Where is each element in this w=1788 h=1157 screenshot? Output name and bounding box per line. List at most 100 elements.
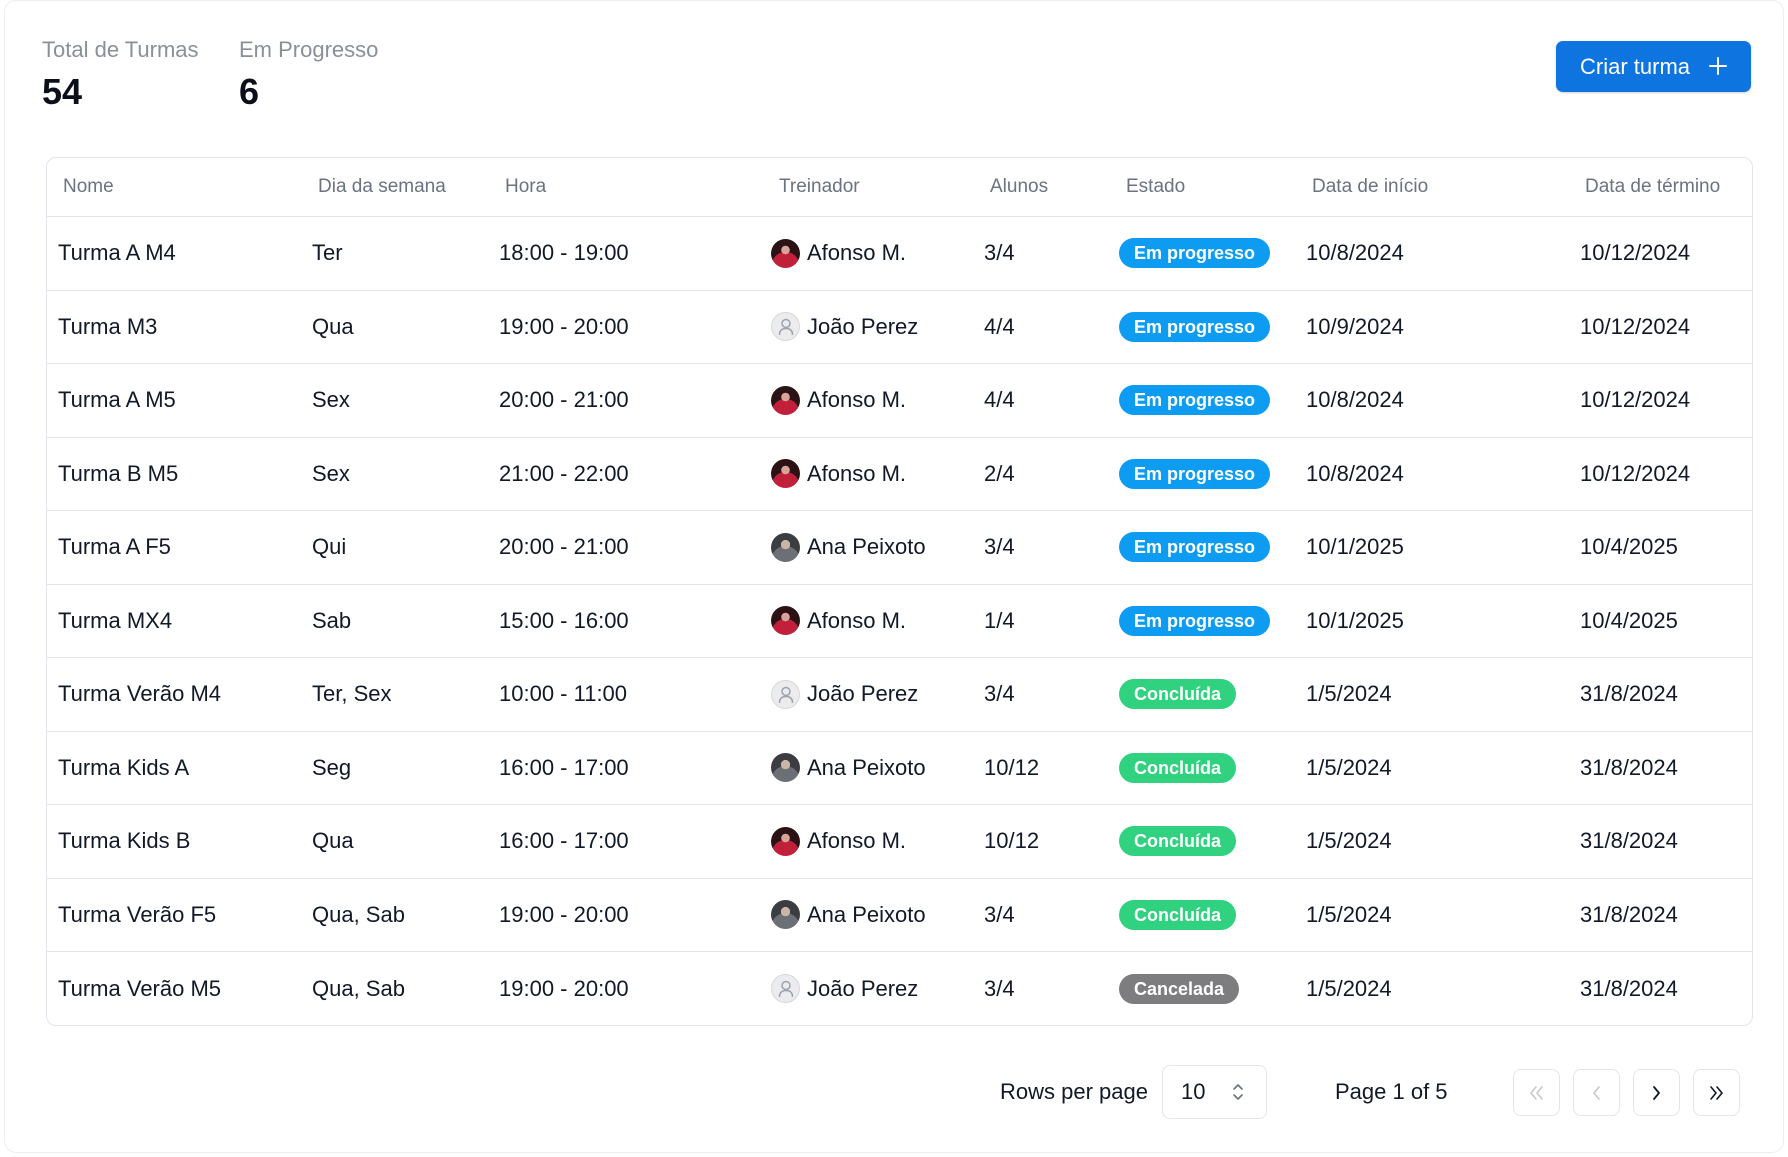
table-row[interactable]: Turma MX4 Sab 15:00 - 16:00 Afonso M. 1/4 Em …: [47, 585, 1752, 658]
avatar: [771, 238, 800, 268]
status-badge: Em progresso: [1119, 458, 1271, 489]
class-name: Turma Verão M4: [58, 681, 222, 707]
status-badge: Concluída: [1119, 899, 1237, 930]
table-row[interactable]: Turma Verão F5 Qua, Sab 19:00 - 20:00 Ana P…: [47, 879, 1752, 952]
class-name: Turma Kids B: [58, 828, 191, 854]
table-row[interactable]: Turma Verão M4 Ter, Sex 10:00 - 11:00 João …: [47, 658, 1752, 732]
create-class-button[interactable]: Criar turma: [1556, 41, 1751, 92]
class-name: Turma MX4: [58, 607, 173, 633]
trainer-name: Afonso M.: [807, 607, 907, 633]
table-row[interactable]: Turma Kids A Seg 16:00 - 17:00 Ana Peixoto 1…: [47, 732, 1752, 805]
status-badge: Concluída: [1119, 752, 1237, 783]
end-date: 10/12/2024: [1580, 313, 1691, 339]
time-range: 19:00 - 20:00: [499, 901, 629, 927]
user-placeholder-icon: [771, 679, 800, 709]
status-badge: Concluída: [1119, 826, 1237, 857]
weekday: Sex: [312, 387, 350, 413]
time-range: 10:00 - 11:00: [499, 681, 628, 707]
avatar: [771, 753, 800, 783]
weekday: Ter: [312, 240, 343, 266]
table-row[interactable]: Turma A M5 Sex 20:00 - 21:00 Afonso M. 4/4 Em…: [47, 364, 1752, 438]
start-date: 1/5/2024: [1306, 901, 1392, 927]
create-class-label: Criar turma: [1580, 53, 1691, 79]
rows-per-page-select[interactable]: 10: [1162, 1065, 1267, 1119]
students-count: 1/4: [984, 607, 1015, 633]
classes-table: Nome Dia da semana Hora Treinador Alunos Esta…: [46, 157, 1753, 1026]
stat-label: Total de Turmas: [42, 37, 199, 62]
stat-in-progress: Em Progresso 6: [239, 35, 378, 115]
trainer: Afonso M.: [771, 217, 906, 290]
students-count: 4/4: [984, 313, 1015, 339]
column-header: Data de término: [1585, 176, 1721, 197]
status-badge: Em progresso: [1119, 311, 1271, 342]
trainer: Afonso M.: [771, 805, 906, 878]
page-indicator: Page 1 of 5: [1335, 1079, 1448, 1104]
avatar: [771, 606, 800, 636]
trainer-name: Ana Peixoto: [807, 901, 926, 927]
table-row[interactable]: Turma Kids B Qua 16:00 - 17:00 Afonso M. 10/…: [47, 805, 1752, 879]
avatar: [771, 459, 800, 489]
start-date: 10/9/2024: [1306, 313, 1404, 339]
students-count: 2/4: [984, 460, 1015, 486]
end-date: 31/8/2024: [1580, 975, 1678, 1001]
status-badge: Em progresso: [1119, 605, 1271, 636]
table-row[interactable]: Turma B M5 Sex 21:00 - 22:00 Afonso M. 2/4 Em…: [47, 438, 1752, 511]
status-cell: Cancelada: [1119, 952, 1240, 1025]
class-name: Turma A M4: [58, 240, 176, 266]
start-date: 10/8/2024: [1306, 387, 1404, 413]
class-name: Turma Verão M5: [58, 975, 222, 1001]
class-name: Turma A M5: [58, 387, 176, 413]
start-date: 1/5/2024: [1306, 754, 1392, 780]
time-range: 18:00 - 19:00: [499, 240, 629, 266]
user-placeholder-icon: [771, 974, 800, 1004]
status-cell: Em progresso: [1119, 511, 1271, 584]
students-count: 3/4: [984, 240, 1015, 266]
students-count: 3/4: [984, 534, 1015, 560]
end-date: 10/12/2024: [1580, 460, 1691, 486]
table-header: Nome Dia da semana Hora Treinador Alunos Esta…: [47, 158, 1752, 217]
plus-icon: [1709, 57, 1727, 75]
status-cell: Concluída: [1119, 805, 1237, 878]
time-range: 19:00 - 20:00: [499, 313, 629, 339]
trainer: Afonso M.: [771, 438, 906, 511]
start-date: 10/8/2024: [1306, 460, 1404, 486]
stat-total-classes: Total de Turmas 54: [42, 35, 199, 115]
stat-label: Em Progresso: [239, 37, 379, 62]
status-badge: Concluída: [1119, 679, 1237, 710]
trainer: Ana Peixoto: [771, 511, 926, 584]
table-row[interactable]: Turma A F5 Qui 20:00 - 21:00 Ana Peixoto 3/4…: [47, 511, 1752, 585]
weekday: Qua: [312, 313, 354, 339]
next-page-button[interactable]: [1633, 1069, 1680, 1116]
status-cell: Em progresso: [1119, 438, 1271, 511]
end-date: 31/8/2024: [1580, 754, 1678, 780]
last-page-button[interactable]: [1693, 1069, 1740, 1116]
avatar: [771, 826, 800, 856]
trainer-name: Afonso M.: [807, 240, 907, 266]
table-row[interactable]: Turma M3 Qua 19:00 - 20:00 João Perez 4/4 Em …: [47, 291, 1752, 364]
start-date: 1/5/2024: [1306, 681, 1392, 707]
rows-per-page-label: Rows per page: [1000, 1079, 1148, 1104]
end-date: 10/4/2025: [1580, 534, 1678, 560]
column-header: Treinador: [779, 176, 860, 197]
students-count: 4/4: [984, 387, 1015, 413]
end-date: 31/8/2024: [1580, 828, 1678, 854]
chevrons-right-icon: [1710, 1085, 1723, 1100]
previous-page-button[interactable]: [1573, 1069, 1620, 1116]
weekday: Sex: [312, 460, 350, 486]
weekday: Qui: [312, 534, 347, 560]
column-header: Hora: [505, 176, 547, 197]
time-range: 15:00 - 16:00: [499, 607, 629, 633]
chevron-left-icon: [1593, 1085, 1600, 1100]
table-row[interactable]: Turma A M4 Ter 18:00 - 19:00 Afonso M. 3/4 Em…: [47, 217, 1752, 291]
status-badge: Cancelada: [1119, 973, 1240, 1004]
first-page-button[interactable]: [1513, 1069, 1560, 1116]
trainer: João Perez: [771, 291, 918, 364]
table-row[interactable]: Turma Verão M5 Qua, Sab 19:00 - 20:00 João …: [47, 952, 1752, 1025]
end-date: 10/4/2025: [1580, 607, 1678, 633]
column-header: Estado: [1126, 176, 1186, 197]
avatar: [771, 900, 800, 930]
students-count: 3/4: [984, 681, 1015, 707]
time-range: 20:00 - 21:00: [499, 387, 629, 413]
trainer-name: Afonso M.: [807, 460, 907, 486]
students-count: 3/4: [984, 975, 1015, 1001]
